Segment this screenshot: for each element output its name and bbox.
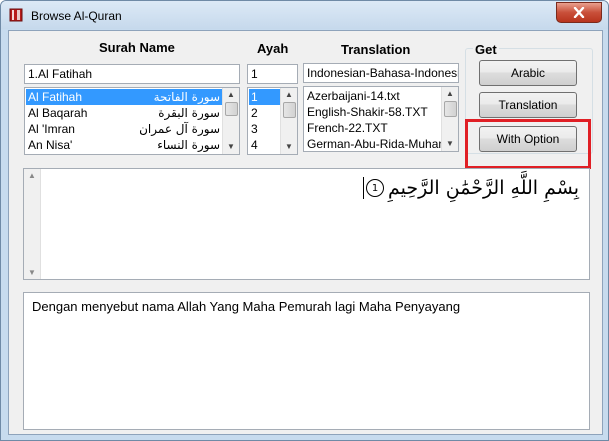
translation-button[interactable]: Translation bbox=[479, 92, 577, 118]
surah-header: Surah Name bbox=[99, 40, 175, 55]
surah-arabic-name: سورة آل عمران bbox=[139, 122, 220, 136]
translation-list-scrollbar[interactable]: ▲ ▼ bbox=[441, 87, 458, 151]
surah-list-item[interactable]: Al 'Imran سورة آل عمران bbox=[26, 121, 222, 137]
arabic-scrollbar[interactable]: ▲ ▼ bbox=[24, 169, 41, 279]
client-area: Surah Name Ayah Translation 1.Al Fatihah… bbox=[8, 30, 603, 435]
ayah-list-item[interactable]: 1 bbox=[249, 89, 280, 105]
translation-list[interactable]: Azerbaijani-14.txt English-Shakir-58.TXT F… bbox=[303, 86, 459, 152]
get-label: Get bbox=[473, 42, 499, 57]
surah-arabic-name: سورة الفاتحة bbox=[124, 89, 222, 105]
translation-list-item[interactable]: French-22.TXT bbox=[305, 120, 441, 136]
scroll-up-icon[interactable]: ▲ bbox=[24, 171, 40, 180]
text-cursor bbox=[363, 177, 365, 199]
translation-text: Dengan menyebut nama Allah Yang Maha Pem… bbox=[32, 299, 461, 314]
surah-list[interactable]: Al Fatihah سورة الفاتحة Al Baqarah سورة الب… bbox=[24, 87, 240, 155]
scroll-down-icon[interactable]: ▼ bbox=[24, 268, 40, 277]
surah-input[interactable]: 1.Al Fatihah bbox=[24, 64, 240, 84]
surah-list-item[interactable]: Al Fatihah سورة الفاتحة bbox=[26, 89, 222, 105]
arabic-text-area[interactable]: ▲ ▼ بِسْمِ اللَّهِ الرَّحْمَٰنِ الرَّحِي… bbox=[23, 168, 590, 280]
close-icon bbox=[573, 7, 585, 18]
verse-number-marker: 1 bbox=[366, 179, 385, 197]
highlight-box bbox=[465, 119, 591, 169]
translation-list-item[interactable]: Azerbaijani-14.txt bbox=[305, 88, 441, 104]
arabic-verse: بِسْمِ اللَّهِ الرَّحْمَٰنِ الرَّحِيمِ 1 bbox=[363, 177, 579, 199]
ayah-list-item[interactable]: 2 bbox=[249, 105, 280, 121]
surah-latin-name: Al Fatihah bbox=[28, 90, 83, 104]
main-window: Browse Al-Quran Surah Name Ayah Translat… bbox=[0, 0, 609, 441]
arabic-verse-text: بِسْمِ اللَّهِ الرَّحْمَٰنِ الرَّحِيمِ bbox=[388, 177, 579, 199]
ayah-header: Ayah bbox=[257, 41, 289, 56]
ayah-list-item[interactable]: 4 bbox=[249, 137, 280, 153]
ayah-list-item[interactable]: 3 bbox=[249, 121, 280, 137]
scroll-down-icon[interactable]: ▼ bbox=[442, 137, 458, 151]
scroll-up-icon[interactable]: ▲ bbox=[442, 87, 458, 101]
scroll-thumb[interactable] bbox=[225, 102, 238, 116]
ayah-input[interactable]: 1 bbox=[247, 64, 298, 84]
surah-list-scrollbar[interactable]: ▲ ▼ bbox=[222, 88, 239, 154]
scroll-down-icon[interactable]: ▼ bbox=[281, 140, 297, 154]
arabic-button[interactable]: Arabic bbox=[479, 60, 577, 86]
close-button[interactable] bbox=[556, 2, 602, 23]
scroll-thumb[interactable] bbox=[283, 102, 296, 118]
translation-text-area[interactable]: Dengan menyebut nama Allah Yang Maha Pem… bbox=[23, 292, 590, 430]
scroll-up-icon[interactable]: ▲ bbox=[281, 88, 297, 102]
translation-header: Translation bbox=[341, 42, 411, 57]
surah-list-item[interactable]: Al Baqarah سورة البقرة bbox=[26, 105, 222, 121]
scroll-down-icon[interactable]: ▼ bbox=[223, 140, 239, 154]
surah-arabic-name: سورة البقرة bbox=[158, 106, 220, 120]
surah-list-item[interactable]: An Nisa' سورة النساء bbox=[26, 137, 222, 153]
translation-list-item[interactable]: English-Shakir-58.TXT bbox=[305, 104, 441, 120]
surah-arabic-name: سورة النساء bbox=[157, 138, 220, 152]
scroll-thumb[interactable] bbox=[444, 101, 457, 117]
surah-latin-name: An Nisa' bbox=[28, 138, 73, 152]
scroll-up-icon[interactable]: ▲ bbox=[223, 88, 239, 102]
translation-input[interactable]: Indonesian-Bahasa-Indonesia-6 bbox=[303, 63, 459, 83]
window-title: Browse Al-Quran bbox=[31, 9, 122, 23]
surah-latin-name: Al 'Imran bbox=[28, 122, 75, 136]
translation-list-item[interactable]: German-Abu-Rida-Muhamm bbox=[305, 136, 458, 151]
ayah-list[interactable]: 1234 ▲ ▼ bbox=[247, 87, 298, 155]
surah-latin-name: Al Baqarah bbox=[28, 106, 88, 120]
title-bar[interactable]: Browse Al-Quran bbox=[1, 1, 608, 29]
book-icon bbox=[9, 8, 23, 22]
ayah-list-scrollbar[interactable]: ▲ ▼ bbox=[280, 88, 297, 154]
